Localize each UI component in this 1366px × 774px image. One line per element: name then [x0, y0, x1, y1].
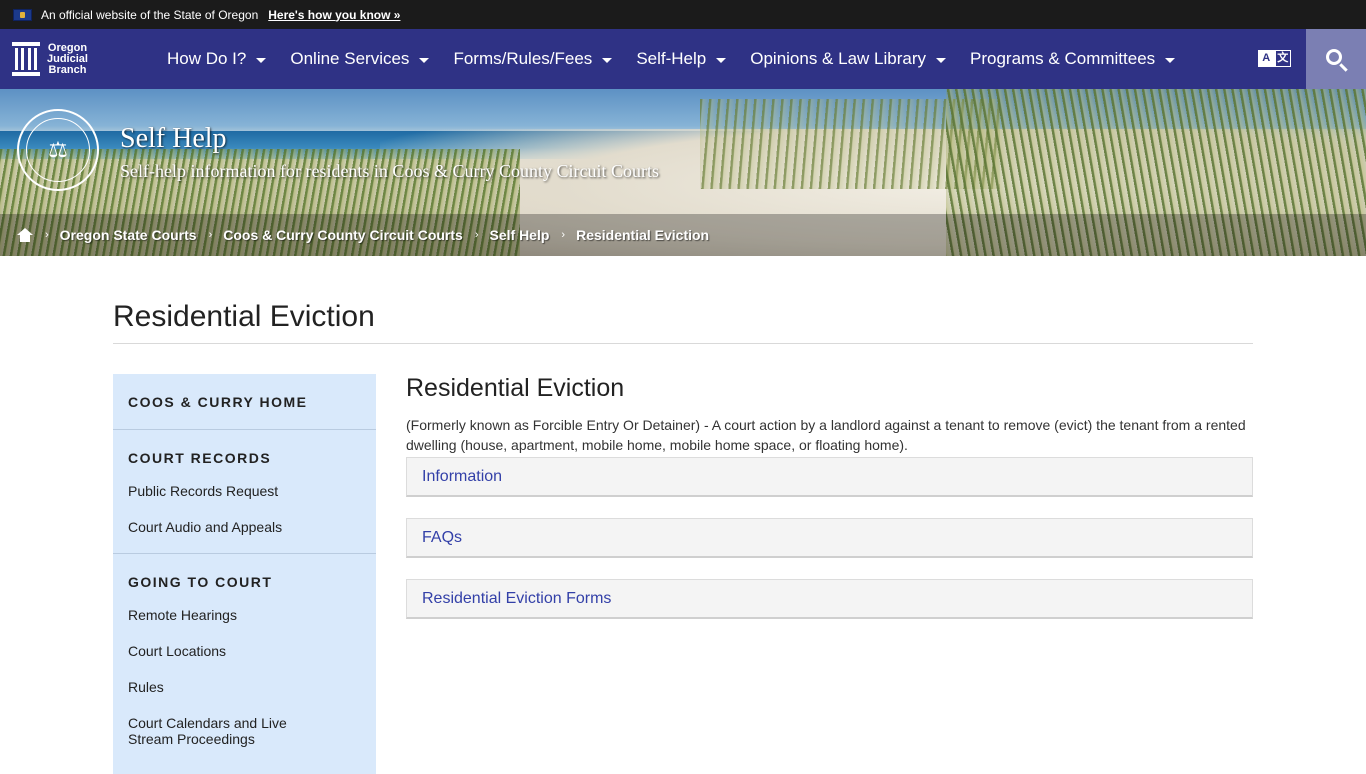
breadcrumb-separator-icon: ›: [561, 229, 566, 241]
content-title: Residential Eviction: [406, 374, 625, 402]
title-divider: [113, 343, 1253, 344]
brand-logo-link[interactable]: Oregon Judicial Branch: [0, 42, 153, 76]
breadcrumb: › Oregon State Courts › Coos & Curry Cou…: [0, 214, 1366, 256]
sidebar-item-court-audio-appeals[interactable]: Court Audio and Appeals: [113, 519, 376, 535]
sidebar-item-court-locations[interactable]: Court Locations: [113, 643, 376, 659]
nav-item-opinions-law-library[interactable]: Opinions & Law Library: [738, 49, 958, 69]
chevron-down-icon: [936, 57, 946, 63]
breadcrumb-self-help[interactable]: Self Help: [490, 227, 550, 243]
breadcrumb-separator-icon: ›: [474, 229, 479, 241]
sidebar-section-home: COOS & CURRY HOME: [113, 374, 376, 430]
breadcrumb-separator-icon: ›: [208, 229, 213, 241]
page-title: Residential Eviction: [113, 300, 375, 333]
oregon-flag-icon: [13, 8, 32, 21]
sidebar: COOS & CURRY HOME COURT RECORDS Public R…: [113, 374, 376, 774]
heres-how-you-know-link[interactable]: Here's how you know »: [268, 8, 400, 22]
breadcrumb-separator-icon: ›: [45, 229, 49, 241]
sidebar-section-court-records: COURT RECORDS Public Records Request Cou…: [113, 430, 376, 554]
sidebar-section-going-to-court: GOING TO COURT Remote Hearings Court Loc…: [113, 554, 376, 748]
nav-item-forms-rules-fees[interactable]: Forms/Rules/Fees: [441, 49, 624, 69]
accordion-forms-label: Residential Eviction Forms: [422, 589, 612, 607]
hero-banner: ⚖ Self Help Self-help information for re…: [0, 89, 1366, 256]
content-description: (Formerly known as Forcible Entry Or Det…: [406, 417, 1246, 453]
sidebar-item-public-records-request[interactable]: Public Records Request: [113, 483, 376, 499]
translate-button[interactable]: A 文: [1258, 50, 1291, 67]
translate-icon-alt: 文: [1274, 50, 1291, 67]
sidebar-item-remote-hearings[interactable]: Remote Hearings: [113, 607, 376, 623]
courthouse-icon: [12, 42, 40, 76]
chevron-down-icon: [256, 57, 267, 63]
judicial-department-seal-icon: ⚖: [17, 109, 99, 191]
accordion-information[interactable]: Information: [406, 457, 1253, 497]
sidebar-item-court-calendars[interactable]: Court Calendars and Live Stream Proceedi…: [113, 715, 338, 747]
sidebar-item-coos-curry-home[interactable]: COOS & CURRY HOME: [113, 374, 376, 429]
accordion-information-label: Information: [422, 467, 503, 485]
official-site-text: An official website of the State of Oreg…: [41, 7, 259, 22]
chevron-down-icon: [602, 57, 613, 63]
accordion-faqs-label: FAQs: [422, 528, 463, 546]
translate-icon: A: [1258, 50, 1275, 67]
breadcrumb-current: Residential Eviction: [576, 227, 710, 243]
official-site-banner: An official website of the State of Oreg…: [0, 0, 1366, 29]
nav-item-how-do-i[interactable]: How Do I?: [155, 49, 278, 69]
brand-name: Oregon Judicial Branch: [47, 41, 88, 76]
home-icon[interactable]: [17, 228, 33, 242]
breadcrumb-coos-curry[interactable]: Coos & Curry County Circuit Courts: [223, 227, 463, 243]
nav-item-online-services[interactable]: Online Services: [278, 49, 441, 69]
hero-title: Self Help: [120, 123, 227, 154]
search-icon: [1326, 49, 1342, 65]
nav-item-self-help[interactable]: Self-Help: [624, 49, 738, 69]
search-button[interactable]: [1306, 29, 1366, 89]
chevron-down-icon: [419, 57, 430, 63]
accordion-residential-eviction-forms[interactable]: Residential Eviction Forms: [406, 579, 1253, 619]
sidebar-heading-going-to-court[interactable]: GOING TO COURT: [113, 554, 376, 609]
main-content: Residential Eviction (Formerly known as …: [406, 374, 1253, 619]
accordion-faqs[interactable]: FAQs: [406, 518, 1253, 558]
main-nav: Oregon Judicial Branch How Do I? Online …: [0, 29, 1366, 89]
breadcrumb-oregon-state-courts[interactable]: Oregon State Courts: [60, 227, 197, 243]
scales-icon: ⚖: [26, 118, 90, 182]
sidebar-heading-court-records[interactable]: COURT RECORDS: [113, 430, 376, 485]
chevron-down-icon: [1165, 57, 1176, 63]
sidebar-item-rules[interactable]: Rules: [113, 679, 376, 695]
nav-menu: How Do I? Online Services Forms/Rules/Fe…: [155, 49, 1187, 69]
nav-item-programs-committees[interactable]: Programs & Committees: [958, 49, 1187, 69]
chevron-down-icon: [716, 57, 727, 63]
hero-subtitle: Self-help information for residents in C…: [120, 161, 659, 181]
